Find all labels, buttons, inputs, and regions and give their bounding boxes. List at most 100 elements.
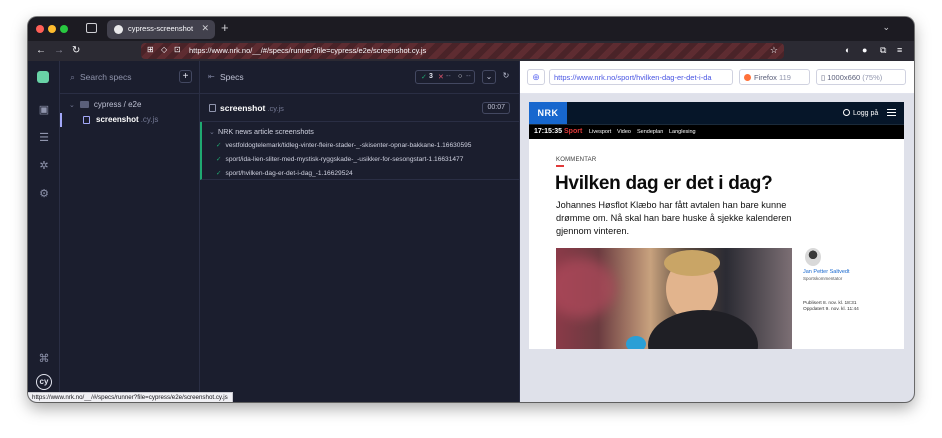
robot-automation-icon: ⊞ bbox=[147, 45, 154, 54]
check-icon: ✓ bbox=[216, 142, 222, 149]
active-spec-indicator bbox=[60, 113, 62, 127]
folder-label: cypress / e2e bbox=[93, 100, 142, 109]
failed-x-icon: ✕ bbox=[438, 74, 444, 81]
shield-icon[interactable]: ◇ bbox=[161, 45, 167, 54]
debug-bug-icon[interactable]: ✲ bbox=[37, 159, 51, 173]
login-link[interactable]: Logg på bbox=[843, 109, 878, 117]
tab-overview-icon[interactable] bbox=[86, 23, 97, 33]
spec-title-row: screenshot .cy.js 00:07 bbox=[200, 94, 520, 122]
updated-date: Oppdatert 9. nov. kl. 11:44 bbox=[803, 307, 859, 312]
tab-close-icon[interactable]: ✕ bbox=[201, 23, 209, 34]
menu-hamburger-icon[interactable] bbox=[887, 109, 896, 116]
firefox-icon bbox=[744, 74, 751, 81]
specs-list-icon[interactable]: ☰ bbox=[37, 131, 51, 145]
maximize-window-button[interactable] bbox=[60, 25, 68, 33]
specs-toggle-label[interactable]: Specs bbox=[220, 72, 244, 82]
subnav-link[interactable]: Sendeplan bbox=[637, 129, 663, 135]
cypress-app: ▣ ☰ ✲ ⚙ ⌘ cy ⌕ + ⌄ cypress / e2e screensh… bbox=[28, 61, 914, 402]
account-icon[interactable]: ● bbox=[862, 45, 867, 55]
article-kicker: KOMMENTAR bbox=[556, 157, 597, 163]
reload-icon[interactable]: ↻ bbox=[72, 44, 80, 58]
browser-window: cypress-screenshot ✕ + ⌄ ← → ↻ ⊞ ◇ ⊡ htt… bbox=[28, 17, 914, 402]
spec-file-row[interactable]: screenshot .cy.js bbox=[60, 113, 199, 127]
article-headline: Hvilken dag er det i dag? bbox=[555, 173, 773, 194]
test-row[interactable]: ✓ vestfoldogtelemark/tidleg-vinter-fleire… bbox=[216, 141, 471, 149]
address-url[interactable]: https://www.nrk.no/__/#/specs/runner?fil… bbox=[189, 46, 426, 55]
back-arrow-icon[interactable]: ← bbox=[36, 44, 46, 58]
browser-tab[interactable]: cypress-screenshot ✕ bbox=[107, 20, 215, 39]
check-icon: ✓ bbox=[216, 170, 222, 177]
pending-circle-icon: ○ bbox=[458, 73, 463, 80]
folder-row[interactable]: ⌄ cypress / e2e bbox=[69, 100, 141, 112]
address-bar[interactable]: ⊞ ◇ ⊡ https://www.nrk.no/__/#/specs/runn… bbox=[141, 43, 784, 59]
extensions-icon[interactable]: ⧉ bbox=[880, 45, 886, 56]
bookmark-star-icon[interactable]: ☆ bbox=[770, 45, 778, 56]
expand-collapse-button[interactable]: ⌄ bbox=[482, 70, 496, 84]
nrk-article-page: NRK Logg på 17:15:35 Sport Livesport Vid… bbox=[529, 102, 904, 349]
spec-file-name: screenshot .cy.js bbox=[96, 115, 159, 124]
passed-check-icon: ✓ bbox=[421, 74, 427, 81]
spec-title: screenshot .cy.js bbox=[220, 103, 284, 113]
spec-search-row: ⌕ + bbox=[60, 61, 200, 94]
cypress-project-icon[interactable] bbox=[37, 71, 49, 83]
menu-hamburger-icon[interactable]: ≡ bbox=[897, 45, 902, 55]
search-icon: ⌕ bbox=[70, 72, 76, 82]
forward-arrow-icon[interactable]: → bbox=[54, 44, 64, 58]
failed-count: -- bbox=[446, 73, 451, 80]
clock-time: 17:15:35 bbox=[534, 128, 563, 135]
link-status-tooltip: https://www.nrk.no/__/#/specs/runner?fil… bbox=[28, 392, 233, 402]
chevron-down-icon: ⌄ bbox=[209, 127, 216, 136]
test-row[interactable]: ✓ sport/hvilken-dag-er-det-i-dag_-1.16629… bbox=[216, 169, 353, 177]
pocket-icon[interactable]: ◐ bbox=[845, 45, 850, 55]
new-tab-button[interactable]: + bbox=[221, 20, 229, 35]
side-navigation: ▣ ☰ ✲ ⚙ ⌘ cy bbox=[28, 61, 60, 402]
specs-panel: ⌕ + ⌄ cypress / e2e screenshot.cy.js bbox=[60, 61, 200, 402]
published-date: Publisert 8. nov. kl. 18:31 bbox=[803, 301, 857, 306]
add-spec-button[interactable]: + bbox=[179, 70, 192, 83]
viewport-info[interactable]: ▯ 1000x660 (75%) bbox=[816, 69, 906, 85]
user-icon bbox=[843, 109, 850, 116]
specs-toggle-icon[interactable]: ⇤ bbox=[208, 72, 215, 81]
subnav-link[interactable]: Livesport bbox=[589, 129, 611, 135]
selector-playground-target-icon[interactable]: ⊕ bbox=[527, 69, 545, 85]
test-row[interactable]: ✓ sport/ida-lien-sliter-med-mystisk-ryggs… bbox=[216, 155, 463, 163]
document-icon bbox=[209, 104, 216, 112]
subnav-link[interactable]: Video bbox=[617, 129, 631, 135]
author-avatar bbox=[805, 248, 821, 266]
tab-title: cypress-screenshot bbox=[128, 24, 194, 33]
subnav-link[interactable]: Langlesing bbox=[669, 129, 696, 135]
search-specs-input[interactable] bbox=[80, 70, 170, 84]
kicker-underline bbox=[556, 165, 564, 167]
section-link[interactable]: Sport bbox=[564, 128, 582, 135]
check-icon: ✓ bbox=[216, 156, 222, 163]
article-lead: Johannes Høsflot Klæbo har fått avtalen … bbox=[556, 200, 792, 236]
browser-selector[interactable]: Firefox 119 bbox=[739, 69, 810, 85]
app-under-test-panel: ⊕ https://www.nrk.no/sport/hvilken-dag-e… bbox=[520, 61, 914, 402]
close-window-button[interactable] bbox=[36, 25, 44, 33]
suite-title[interactable]: ⌄ NRK news article screenshots bbox=[209, 127, 314, 136]
aut-url[interactable]: https://www.nrk.no/sport/hvilken-dag-er-… bbox=[549, 69, 733, 85]
test-stats: ✓ 3 ✕ -- ○ -- bbox=[415, 70, 475, 84]
navigation-bar: ← → ↻ ⊞ ◇ ⊡ https://www.nrk.no/__/#/spec… bbox=[28, 41, 914, 61]
tab-list-chevron-icon[interactable]: ⌄ bbox=[882, 22, 890, 33]
test-suite[interactable]: ⌄ NRK news article screenshots ✓ vestfoldo… bbox=[200, 122, 520, 180]
runs-icon[interactable]: ▣ bbox=[37, 103, 51, 117]
chevron-down-icon: ⌄ bbox=[69, 102, 75, 109]
lock-icon[interactable]: ⊡ bbox=[174, 45, 181, 54]
tab-favicon-icon bbox=[114, 25, 123, 34]
author-name-link[interactable]: Jan Petter Saltvedt bbox=[803, 269, 849, 275]
nrk-subnav: 17:15:35 Sport Livesport Video Sendeplan… bbox=[529, 124, 904, 139]
minimize-window-button[interactable] bbox=[48, 25, 56, 33]
nrk-logo[interactable]: NRK bbox=[529, 102, 567, 124]
rerun-tests-button[interactable]: ↻ bbox=[499, 70, 513, 84]
reporter-header: ⇤ Specs ✓ 3 ✕ -- ○ -- ⌄ ↻ bbox=[200, 61, 520, 94]
settings-gear-icon[interactable]: ⚙ bbox=[37, 187, 51, 201]
author-role: Sportskommentator bbox=[803, 276, 843, 281]
passed-count: 3 bbox=[429, 73, 433, 80]
command-log-reporter: ⇤ Specs ✓ 3 ✕ -- ○ -- ⌄ ↻ screenshot .cy.… bbox=[200, 61, 520, 402]
spec-duration: 00:07 bbox=[482, 102, 510, 114]
article-photo bbox=[556, 248, 792, 349]
folder-icon bbox=[79, 101, 89, 108]
spec-file-icon bbox=[83, 116, 90, 124]
keyboard-shortcuts-icon[interactable]: ⌘ bbox=[37, 352, 51, 366]
